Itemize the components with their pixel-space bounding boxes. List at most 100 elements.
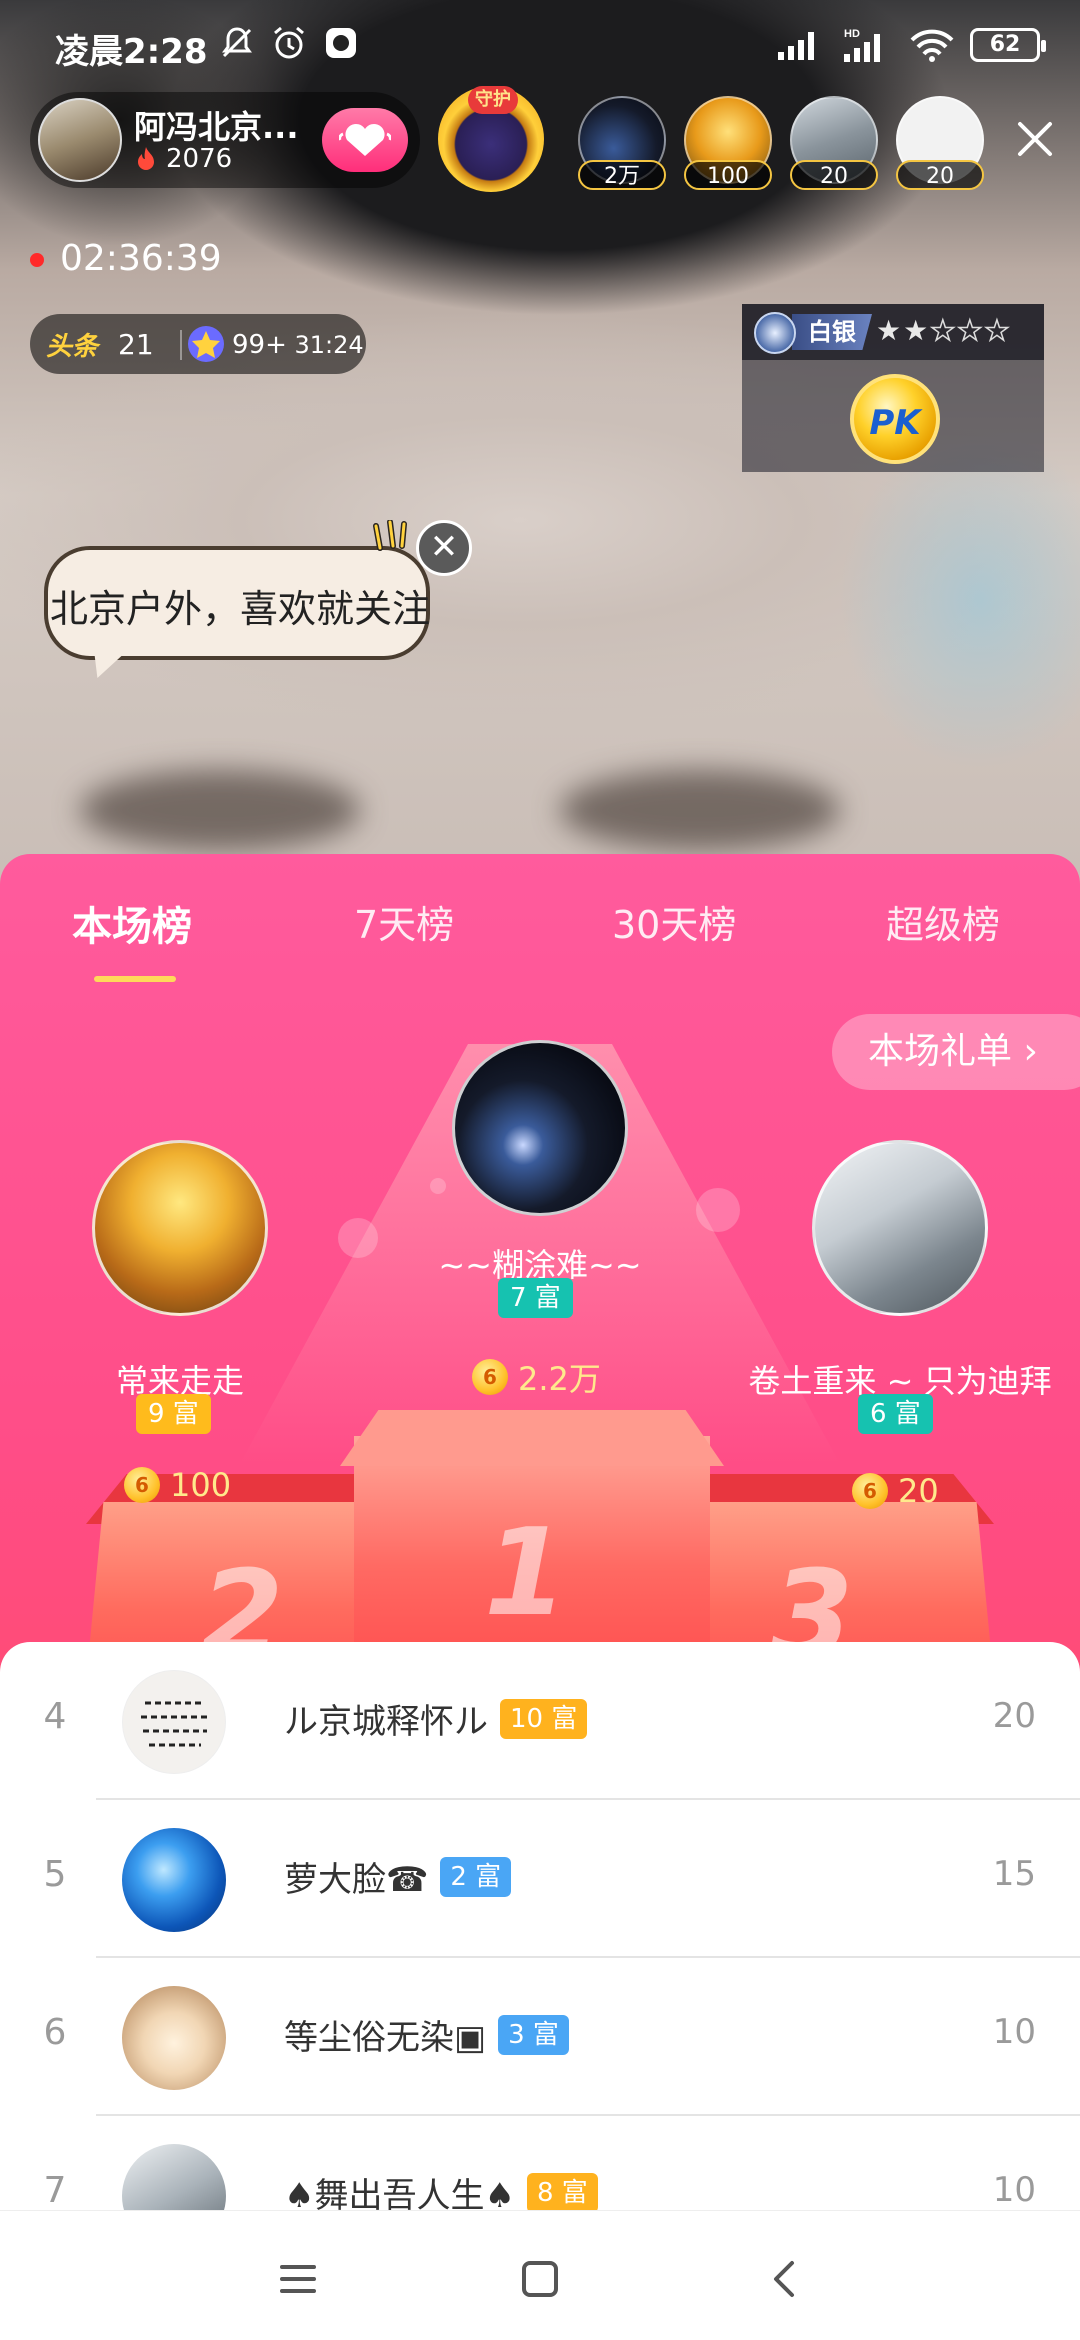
close-icon[interactable] [1012,116,1058,162]
second-place-coins: 100 [170,1466,232,1504]
coin-icon: 6 [124,1467,160,1503]
wifi-icon [910,29,954,62]
recording-dot [30,253,44,267]
star-rank: 99+ 31:24 [232,330,364,360]
pk-rank-header: 白银 ★★★★★ [742,304,1044,360]
menu-icon[interactable] [274,2255,322,2303]
third-place-wealth: 6 富 [858,1394,933,1434]
pk-panel[interactable]: 白银 ★★★★★ PK [742,304,1044,472]
list-name-wrap: ル京城释怀ル 10 富 [284,1694,588,1743]
list-item[interactable]: 6 等尘俗无染▣ 3 富 10 [0,1958,1080,2116]
second-place-wealth: 9 富 [136,1394,211,1434]
top-viewer[interactable]: 2万 [578,96,666,192]
first-place-avatar[interactable] [452,1040,628,1216]
bubble-text: 北京户外，喜欢就关注 [49,587,430,631]
top-viewer[interactable]: 20 [896,96,984,192]
rank-label: 白银 [792,314,872,350]
list-item[interactable]: 5 萝大脸☎ 2 富 15 [0,1800,1080,1958]
bubble-close-button[interactable]: ✕ [416,520,472,576]
pk-button[interactable]: PK [850,374,940,464]
list-item[interactable]: 4 ル京城释怀ル 10 富 20 [0,1642,1080,1800]
app-icon [326,28,356,58]
tag-divider [180,330,182,360]
list-avatar [122,1828,226,1932]
heat-value: 2076 [166,144,233,174]
list-name: 等尘俗无染▣ [284,2018,487,2058]
star-rank-time: 31:24 [294,331,364,359]
list-rank: 6 [43,2012,67,2053]
second-place-value: 6 100 [124,1466,231,1504]
second-place-avatar[interactable] [92,1140,268,1316]
list-wealth-badge: 8 富 [526,2172,598,2213]
tab-7-days[interactable]: 7天榜 [354,894,454,949]
list-value: 10 [992,2012,1036,2052]
toutiao-value: 21 [118,328,154,361]
ranking-tabs: 本场榜 7天榜 30天榜 超级榜 [0,884,1080,982]
mute-icon [222,27,252,58]
list-wealth-badge: 2 富 [440,1856,512,1897]
list-avatar [122,1986,226,2090]
decor-bubble [430,1178,446,1194]
anchor-name: 阿冯北京... [134,108,299,146]
podium-first-top [340,1410,724,1466]
list-name: 萝大脸☎ [284,1860,429,1900]
top-viewer[interactable]: 20 [790,96,878,192]
first-place-coins: 2.2万 [518,1360,601,1398]
star-rank-value: 99+ [232,330,287,360]
podium-number-1: 1 [484,1504,568,1643]
follow-button[interactable] [322,108,408,172]
third-place-value: 6 20 [852,1472,939,1510]
star-icon [188,326,224,362]
flame-icon [138,147,154,170]
home-icon[interactable] [516,2255,564,2303]
live-timer: 02:36:39 [60,238,222,279]
first-place-wealth: 7 富 [498,1278,573,1318]
calligraphy-avatar-icon [141,1701,209,1747]
gift-list-button[interactable]: 本场礼单 › [832,1014,1080,1090]
rank-stars: ★★★★★ [876,313,1012,348]
tab-indicator [94,976,176,982]
status-time: 凌晨2:28 [55,32,208,72]
exclaim-ticks-icon [373,520,407,551]
list-rank: 4 [43,1696,67,1737]
list-avatar [122,1670,226,1774]
heart-icon [339,123,391,156]
stream-shadow [560,770,840,850]
list-name-wrap: 等尘俗无染▣ 3 富 [284,2010,569,2059]
list-name: ル京城释怀ル [284,1702,488,1742]
tab-current-session[interactable]: 本场榜 [72,894,192,952]
top-viewer[interactable]: 100 [684,96,772,192]
guard-label: 守护 [468,86,518,114]
viewer-contribution: 20 [790,160,878,190]
back-icon[interactable] [762,2255,810,2303]
anchor-heat: 2076 [134,144,232,174]
tab-super[interactable]: 超级榜 [886,894,1000,949]
viewer-contribution: 2万 [578,160,666,190]
hd-signal-icon: HD [844,28,880,62]
anchor-avatar[interactable] [38,98,122,182]
tab-30-days[interactable]: 30天榜 [612,894,736,949]
third-place-avatar[interactable] [812,1140,988,1316]
viewer-contribution: 100 [684,160,772,190]
list-rank: 5 [43,1854,67,1895]
alarm-icon [274,26,304,59]
list-value: 15 [992,1854,1036,1894]
list-wealth-badge: 10 富 [500,1698,588,1739]
list-rank: 7 [43,2170,67,2211]
toutiao-label: 头条 [46,332,99,362]
list-value: 20 [992,1696,1036,1736]
svg-text:HD: HD [844,28,860,40]
viewer-contribution: 20 [896,160,984,190]
status-icons-right: HD 62 [776,26,1046,64]
system-nav-bar [0,2210,1080,2340]
status-icons-left [218,24,360,62]
coin-icon: 6 [472,1359,508,1395]
coin-icon: 6 [852,1473,888,1509]
hot-tags[interactable]: 头条 21 99+ 31:24 [30,314,366,374]
list-value: 10 [992,2170,1036,2210]
list-name-wrap: 萝大脸☎ 2 富 [284,1852,512,1901]
third-place-coins: 20 [898,1472,939,1510]
decor-bubble [696,1188,740,1232]
signal-icon [778,32,814,60]
battery-icon: 62 [970,28,1046,62]
